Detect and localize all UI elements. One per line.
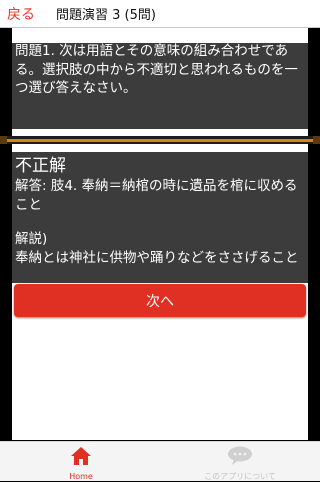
bottom-nav: Home このアプリについて <box>0 441 320 481</box>
question-text: 問題1. 次は用語とその意味の組み合わせである。選択肢の中から不適切と思われるも… <box>15 43 298 96</box>
nav-item-about[interactable]: このアプリについて <box>180 446 300 481</box>
divider-bar <box>7 139 313 142</box>
content-area: 問題1. 次は用語とその意味の組み合わせである。選択肢の中から不適切と思われるも… <box>0 28 320 440</box>
question-box: 問題1. 次は用語とその意味の組み合わせである。選択肢の中から不適切と思われるも… <box>12 43 308 129</box>
nav-label-about: このアプリについて <box>204 472 276 481</box>
nav-label-home: Home <box>69 472 93 481</box>
answer-text: 解答: 肢4. 奉納＝納棺の時に遺品を棺に収めること <box>15 178 298 213</box>
next-button[interactable]: 次へ <box>14 284 306 317</box>
explanation-label: 解説) <box>15 231 48 247</box>
speech-bubble-icon <box>227 446 253 470</box>
result-title: 不正解 <box>15 156 66 176</box>
result-box: 不正解 解答: 肢4. 奉納＝納棺の時に遺品を棺に収めること 解説) 奉納とは神… <box>12 152 308 283</box>
section-divider <box>0 136 320 144</box>
app-header: 戻る 問題演習 3 (5問) <box>0 0 320 28</box>
explanation-text: 奉納とは神社に供物や踊りなどをささげること <box>15 250 299 266</box>
page-title: 問題演習 3 (5問) <box>56 8 156 23</box>
divider-cap-left <box>0 136 7 144</box>
back-button[interactable]: 戻る <box>7 4 47 24</box>
nav-item-home[interactable]: Home <box>55 446 107 481</box>
divider-cap-right <box>313 136 320 144</box>
home-icon <box>70 446 92 470</box>
